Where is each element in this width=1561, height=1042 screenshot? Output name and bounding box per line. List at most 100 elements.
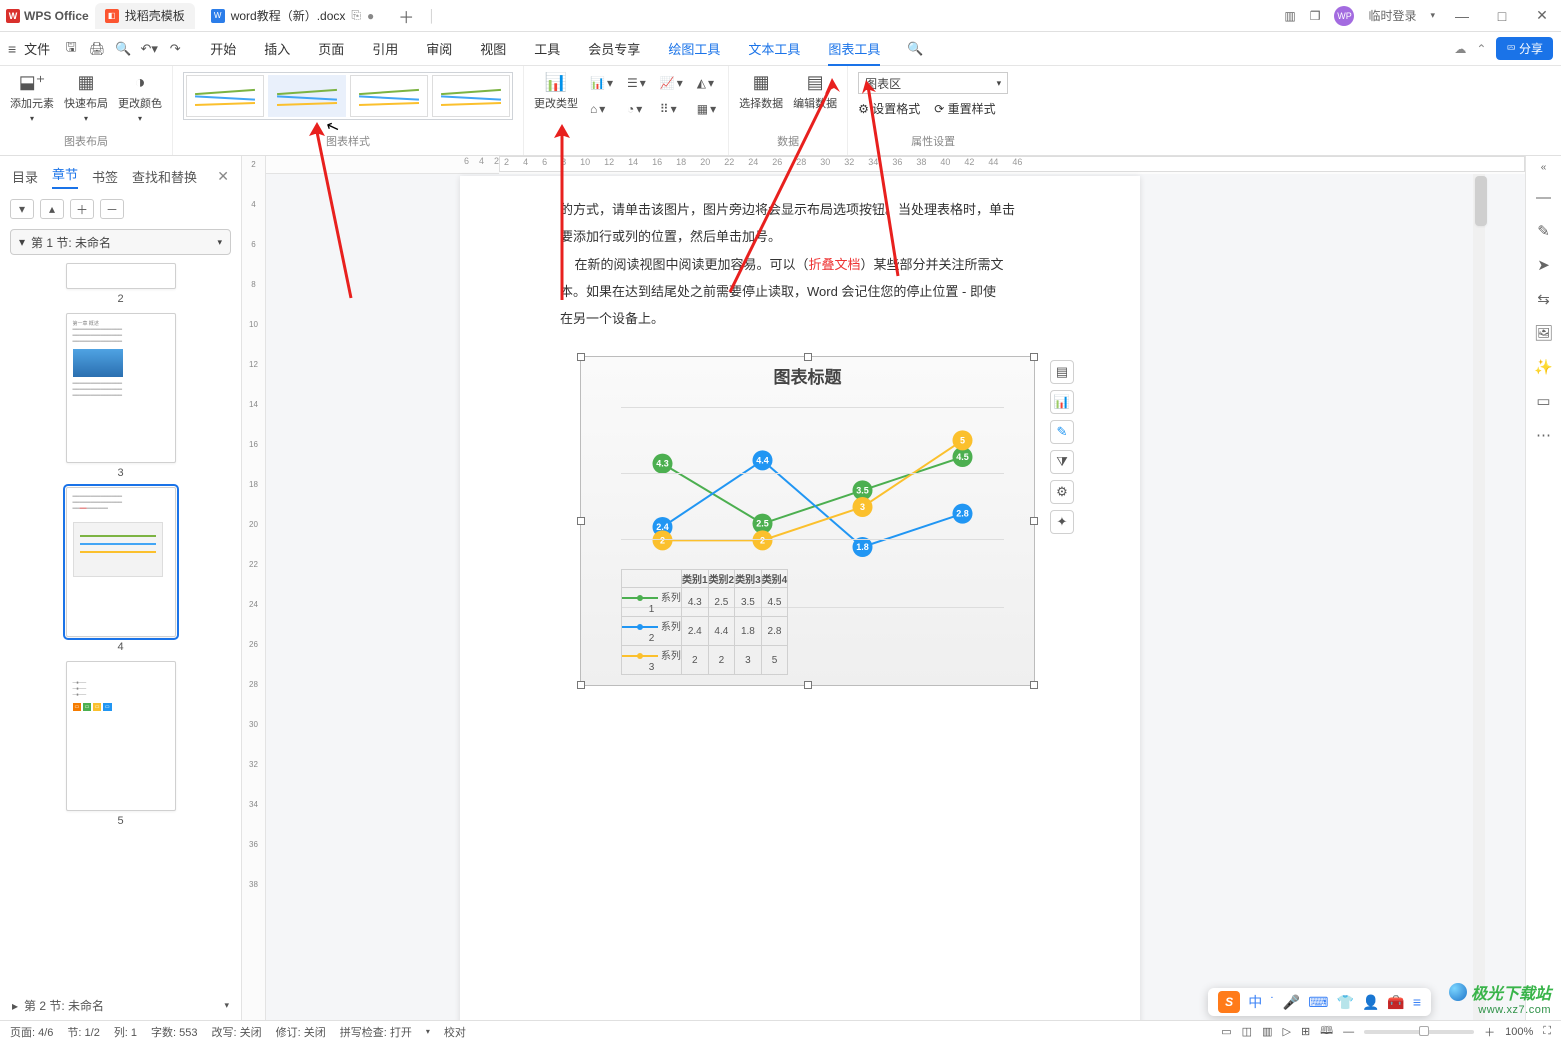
vertical-scrollbar[interactable] [1473, 174, 1485, 1020]
combo-bar[interactable]: 📊▾ [590, 76, 613, 90]
avatar[interactable]: WP [1334, 6, 1354, 26]
change-color-button[interactable]: ◑ 更改颜色▾ [118, 72, 162, 123]
fullscreen-icon[interactable]: ⛶ [1543, 1025, 1551, 1038]
combo-pie[interactable]: ◔▾ [627, 102, 646, 116]
select-data-button[interactable]: ▦ 选择数据 [739, 72, 783, 111]
chart-settings-chip[interactable]: ⚙ [1050, 480, 1074, 504]
login-label[interactable]: 临时登录 [1368, 7, 1416, 24]
zoom-slider[interactable] [1364, 1030, 1474, 1034]
preview-icon[interactable]: 🔍 [112, 38, 134, 60]
nav-tab-find[interactable]: 查找和替换 [132, 167, 197, 186]
nav-close-button[interactable]: ✕ [217, 168, 229, 185]
ime-toolbox-icon[interactable]: 🧰 [1387, 994, 1404, 1011]
hamburger-icon[interactable]: ≡ [8, 41, 16, 57]
chart-brush-chip[interactable]: ✎ [1050, 420, 1074, 444]
view-nav-icon[interactable]: ◫ [1242, 1025, 1252, 1038]
view-book-icon[interactable]: ▭ [1221, 1025, 1231, 1038]
status-spell[interactable]: 拼写检查: 打开 [340, 1024, 412, 1040]
chart-style-chip[interactable]: ▤ [1050, 360, 1074, 384]
ime-settings-icon[interactable]: ≡ [1413, 994, 1421, 1010]
chart-style-2[interactable] [268, 75, 346, 117]
add-element-button[interactable]: ⬓⁺ 添加元素▾ [10, 72, 54, 123]
menu-draw[interactable]: 绘图工具 [668, 39, 720, 58]
ime-keyboard-icon[interactable]: ⌨ [1308, 994, 1328, 1011]
section2-row[interactable]: ▸第 2 节: 未命名▾ [0, 991, 241, 1020]
new-tab-button[interactable]: ＋ [396, 6, 416, 26]
handle-tc[interactable] [804, 353, 812, 361]
combo-line[interactable]: 📈▾ [660, 76, 683, 90]
chart-magic-chip[interactable]: ✦ [1050, 510, 1074, 534]
strip-minus[interactable]: — [1536, 189, 1551, 206]
chart-object[interactable]: 图表标题 4.32.53.54.52.44.41.82.82235 类别1类别2… [580, 356, 1035, 686]
ime-lang[interactable]: 中 [1248, 992, 1262, 1012]
maximize-button[interactable]: □ [1489, 8, 1515, 24]
zoom-in-button[interactable]: ＋ [1484, 1024, 1495, 1040]
menu-ref[interactable]: 引用 [372, 39, 398, 58]
minimize-button[interactable]: — [1449, 8, 1475, 24]
ime-mic-icon[interactable]: 🎤 [1283, 994, 1300, 1011]
sync-caret-icon[interactable]: ⌃ [1476, 42, 1486, 56]
cube-icon[interactable]: ❒ [1310, 9, 1321, 23]
nav-down-button[interactable]: ▾ [10, 199, 34, 219]
save-icon[interactable]: 🖫 [60, 38, 82, 60]
search-icon[interactable]: 🔍 [904, 38, 926, 60]
ime-toolbar[interactable]: S 中 ˙ 🎤 ⌨ 👕 👤 🧰 ≡ [1208, 988, 1431, 1016]
menu-insert[interactable]: 插入 [264, 39, 290, 58]
nav-up-button[interactable]: ▴ [40, 199, 64, 219]
strip-more-icon[interactable]: ⋯ [1536, 426, 1551, 444]
handle-ml[interactable] [577, 517, 585, 525]
strip-pointer-icon[interactable]: ➤ [1537, 256, 1550, 274]
chart-style-3[interactable] [350, 75, 428, 117]
view-outline-icon[interactable]: ⊞ [1301, 1025, 1310, 1038]
undo-icon[interactable]: ↶▾ [138, 38, 160, 60]
menu-review[interactable]: 审阅 [426, 39, 452, 58]
handle-tr[interactable] [1030, 353, 1038, 361]
strip-collapse-icon[interactable]: « [1541, 162, 1547, 173]
combo-area[interactable]: ◭▾ [697, 76, 716, 90]
panel-layout-icon[interactable]: ▥ [1284, 9, 1295, 23]
menu-member[interactable]: 会员专享 [588, 39, 640, 58]
chart-area-select[interactable]: 图表区 ▾ [858, 72, 1008, 94]
print-icon[interactable]: 🖨 [86, 38, 108, 60]
scroll-thumb[interactable] [1475, 176, 1487, 226]
combo-scatter[interactable]: ⠿▾ [660, 102, 683, 116]
handle-br[interactable] [1030, 681, 1038, 689]
change-type-button[interactable]: 📊 更改类型 [534, 72, 578, 118]
file-menu[interactable]: 文件 [24, 39, 50, 58]
combo-hbar[interactable]: ☰▾ [627, 76, 646, 90]
chart-style-4[interactable] [432, 75, 510, 117]
combo-house[interactable]: ⌂▾ [590, 102, 613, 116]
status-proof[interactable]: 校对 [444, 1024, 466, 1040]
status-page[interactable]: 页面: 4/6 [10, 1024, 53, 1040]
status-section[interactable]: 节: 1/2 [67, 1024, 99, 1040]
menu-tools[interactable]: 工具 [534, 39, 560, 58]
menu-chart[interactable]: 图表工具 [828, 39, 880, 66]
menu-text[interactable]: 文本工具 [748, 39, 800, 58]
handle-tl[interactable] [577, 353, 585, 361]
strip-flow-icon[interactable]: ⇆ [1537, 290, 1550, 308]
handle-bl[interactable] [577, 681, 585, 689]
thumb-4-wrap[interactable]: ══════════════════════════════════════ 4 [0, 487, 241, 653]
login-caret-icon[interactable]: ▾ [1430, 10, 1435, 21]
handle-bc[interactable] [804, 681, 812, 689]
nav-remove-button[interactable]: － [100, 199, 124, 219]
redo-icon[interactable]: ↷ [164, 38, 186, 60]
quick-layout-button[interactable]: ▦ 快速布局▾ [64, 72, 108, 123]
thumb-2-wrap[interactable]: 2 [0, 263, 241, 305]
chart-filter-chip[interactable]: ⧩ [1050, 450, 1074, 474]
section-select[interactable]: ▾第 1 节: 未命名 ▾ [10, 229, 231, 255]
chart-type-chip[interactable]: 📊 [1050, 390, 1074, 414]
strip-pencil-icon[interactable]: ✎ [1537, 222, 1550, 240]
strip-tools-icon[interactable]: ✨ [1534, 358, 1553, 376]
menu-view[interactable]: 视图 [480, 39, 506, 58]
strip-img-icon[interactable]: 🖼 [1534, 324, 1553, 342]
nav-tab-chapter[interactable]: 章节 [52, 164, 78, 189]
menu-start[interactable]: 开始 [210, 39, 236, 58]
thumb-5-wrap[interactable]: ─●───●───●──▭ ▭ ▭ ▭ 5 [0, 661, 241, 827]
cloud-icon[interactable]: ☁ [1454, 42, 1466, 56]
nav-add-button[interactable]: ＋ [70, 199, 94, 219]
ime-punct-icon[interactable]: ˙ [1270, 994, 1275, 1010]
status-track[interactable]: 改写: 关闭 [212, 1024, 262, 1040]
thumb-3-wrap[interactable]: 第一章 概述══════════════════════════════════… [0, 313, 241, 479]
view-read-icon[interactable]: 🕮 [1320, 1022, 1333, 1041]
